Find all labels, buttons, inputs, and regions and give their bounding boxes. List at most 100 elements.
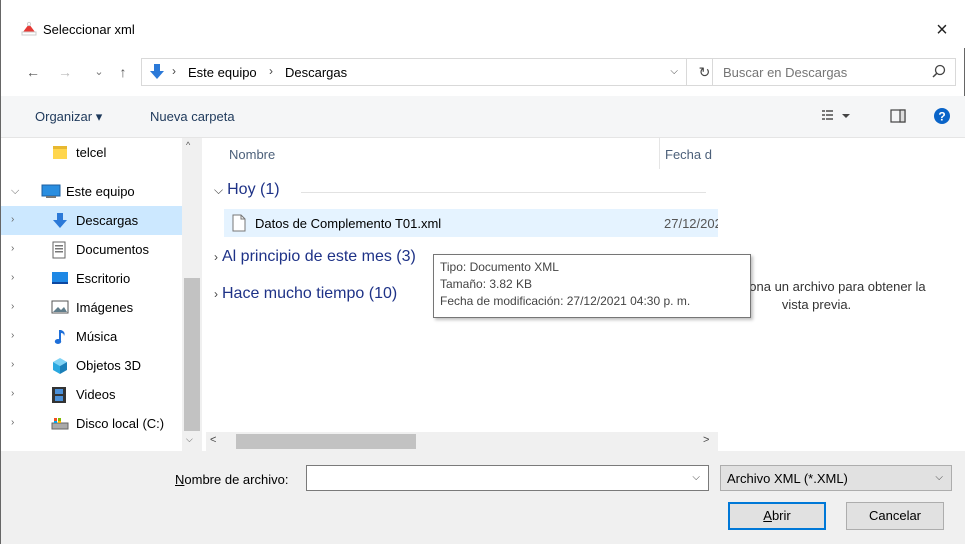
filename-combobox[interactable]: ⌵ xyxy=(306,465,709,491)
search-box[interactable] xyxy=(712,58,956,86)
filename-label-text: ombre de archivo: xyxy=(184,472,289,487)
sidebar-item-label: Documentos xyxy=(76,242,149,257)
filename-input[interactable] xyxy=(307,466,677,490)
sidebar-item-documentos[interactable]: › Documentos xyxy=(1,235,182,264)
group-header-hace-mucho[interactable]: › Hace mucho tiempo (10) xyxy=(214,285,397,303)
open-button[interactable]: Abrir xyxy=(728,502,826,530)
videos-icon xyxy=(51,386,69,403)
sidebar-scrollbar[interactable]: ^ ⌵ xyxy=(182,138,202,451)
chevron-right-icon[interactable]: › xyxy=(11,301,14,312)
file-list-hscrollbar[interactable]: < > xyxy=(206,432,718,451)
filetype-value: Archivo XML (*.XML) xyxy=(727,471,848,486)
filetype-select[interactable]: Archivo XML (*.XML) ⌵ xyxy=(720,465,952,491)
sidebar-item-escritorio[interactable]: › Escritorio xyxy=(1,264,182,293)
chevron-right-icon: › xyxy=(214,287,218,301)
chevron-right-icon[interactable]: › xyxy=(11,243,14,254)
downloads-icon xyxy=(148,63,166,81)
chevron-right-icon[interactable]: › xyxy=(11,272,14,283)
sidebar-item-objetos-3d[interactable]: › Objetos 3D xyxy=(1,351,182,380)
scroll-right-icon[interactable]: > xyxy=(703,434,709,446)
preview-message: Selecciona un archivo para obtener la vi… xyxy=(718,278,964,314)
column-divider[interactable] xyxy=(659,138,660,169)
help-icon[interactable]: ? xyxy=(933,107,951,128)
file-row[interactable]: Datos de Complemento T01.xml 27/12/2021 xyxy=(224,209,718,237)
new-folder-button[interactable]: Nueva carpeta xyxy=(150,109,235,124)
scroll-left-icon[interactable]: < xyxy=(210,434,216,446)
preview-pane-button[interactable] xyxy=(889,107,907,128)
sidebar-item-label: Disco local (C:) xyxy=(76,416,165,431)
search-icon[interactable] xyxy=(931,64,947,80)
preview-pane: Selecciona un archivo para obtener la vi… xyxy=(718,138,965,451)
up-button[interactable]: ↑ xyxy=(113,62,133,82)
navigation-pane: telcel ⌵ Este equipo › Descargas › Docum… xyxy=(1,138,203,451)
chevron-down-icon[interactable]: ⌵ xyxy=(11,185,19,198)
breadcrumb-separator: › xyxy=(172,64,176,78)
chevron-down-icon: ⌵ xyxy=(214,183,224,197)
filename-label-accel: N xyxy=(175,472,185,487)
pictures-icon xyxy=(51,299,69,315)
file-name: Datos de Complemento T01.xml xyxy=(255,216,442,231)
sidebar-item-label: Videos xyxy=(76,387,116,402)
file-date: 27/12/2021 xyxy=(664,216,718,231)
file-icon xyxy=(232,214,246,232)
sidebar-item-descargas[interactable]: › Descargas xyxy=(1,206,182,235)
open-label: brir xyxy=(771,508,791,523)
chevron-right-icon[interactable]: › xyxy=(11,359,14,370)
forward-button[interactable]: → xyxy=(55,62,75,82)
preview-text-line2: vista previa. xyxy=(781,297,852,312)
organize-button[interactable]: Organizar ▾ xyxy=(35,109,102,125)
back-button[interactable]: ← xyxy=(23,62,43,82)
sidebar-item-label: Imágenes xyxy=(76,300,134,315)
search-input[interactable] xyxy=(713,59,923,85)
svg-text:?: ? xyxy=(938,110,945,124)
sidebar-item-telcel[interactable]: telcel xyxy=(1,138,182,167)
sidebar-item-musica[interactable]: › Música xyxy=(1,322,182,351)
cancel-button[interactable]: Cancelar xyxy=(846,502,944,530)
chevron-right-icon[interactable]: › xyxy=(11,417,14,428)
group-header-principio-mes[interactable]: › Al principio de este mes (3) xyxy=(214,248,416,266)
group-label: Al principio de este mes (3) xyxy=(222,248,416,265)
group-label: Hace mucho tiempo (10) xyxy=(222,285,398,302)
app-icon xyxy=(21,21,37,37)
column-header-name[interactable]: Nombre xyxy=(229,147,275,162)
scroll-up-icon[interactable]: ^ xyxy=(186,140,190,150)
close-button[interactable]: × xyxy=(928,16,956,44)
chevron-down-icon[interactable]: ⌵ xyxy=(692,472,700,483)
chevron-right-icon[interactable]: › xyxy=(11,330,14,341)
recent-locations-button[interactable]: ⌄ xyxy=(89,62,109,82)
drive-icon xyxy=(51,415,69,431)
scroll-thumb[interactable] xyxy=(184,278,200,431)
sidebar-item-videos[interactable]: › Videos xyxy=(1,380,182,409)
preview-text-line1: Selecciona un archivo para obtener la xyxy=(718,279,926,294)
sidebar-item-label: Objetos 3D xyxy=(76,358,142,373)
sidebar-item-label: Música xyxy=(76,329,118,344)
address-dropdown-icon[interactable]: ⌵ xyxy=(670,66,678,77)
filename-label: Nombre de archivo: xyxy=(175,472,288,487)
group-header-hoy[interactable]: ⌵ Hoy (1) xyxy=(214,181,280,199)
column-header-date[interactable]: Fecha d xyxy=(665,147,712,162)
title-bar[interactable]: Seleccionar xml × xyxy=(1,12,965,48)
chevron-right-icon[interactable]: › xyxy=(11,388,14,399)
breadcrumb-descargas[interactable]: Descargas xyxy=(285,65,347,80)
computer-icon xyxy=(41,183,61,199)
breadcrumb-este-equipo[interactable]: Este equipo xyxy=(188,65,257,80)
scroll-thumb[interactable] xyxy=(236,434,416,449)
sidebar-item-este-equipo[interactable]: ⌵ Este equipo xyxy=(1,177,182,206)
sidebar-item-disco-local[interactable]: › Disco local (C:) xyxy=(1,409,182,438)
window-title: Seleccionar xml xyxy=(43,22,135,37)
sidebar-item-imagenes[interactable]: › Imágenes xyxy=(1,293,182,322)
group-label: Hoy (1) xyxy=(227,181,280,198)
dialog-footer: Nombre de archivo: ⌵ Archivo XML (*.XML)… xyxy=(1,451,965,544)
view-options-button[interactable] xyxy=(821,107,855,128)
tooltip-type: Tipo: Documento XML xyxy=(440,260,559,274)
window-top-strip xyxy=(1,0,965,12)
tooltip-size: Tamaño: 3.82 KB xyxy=(440,277,533,291)
navigation-bar: ← → ⌄ ↑ › Este equipo › Descargas ⌵ ↻ xyxy=(1,48,965,96)
breadcrumb-separator: › xyxy=(269,64,273,78)
desktop-icon xyxy=(51,270,69,286)
chevron-right-icon[interactable]: › xyxy=(11,214,14,225)
open-accel: A xyxy=(763,508,772,523)
scroll-down-icon[interactable]: ⌵ xyxy=(186,434,193,445)
address-bar[interactable]: › Este equipo › Descargas ⌵ xyxy=(141,58,687,86)
sidebar-item-label: Descargas xyxy=(76,213,139,228)
